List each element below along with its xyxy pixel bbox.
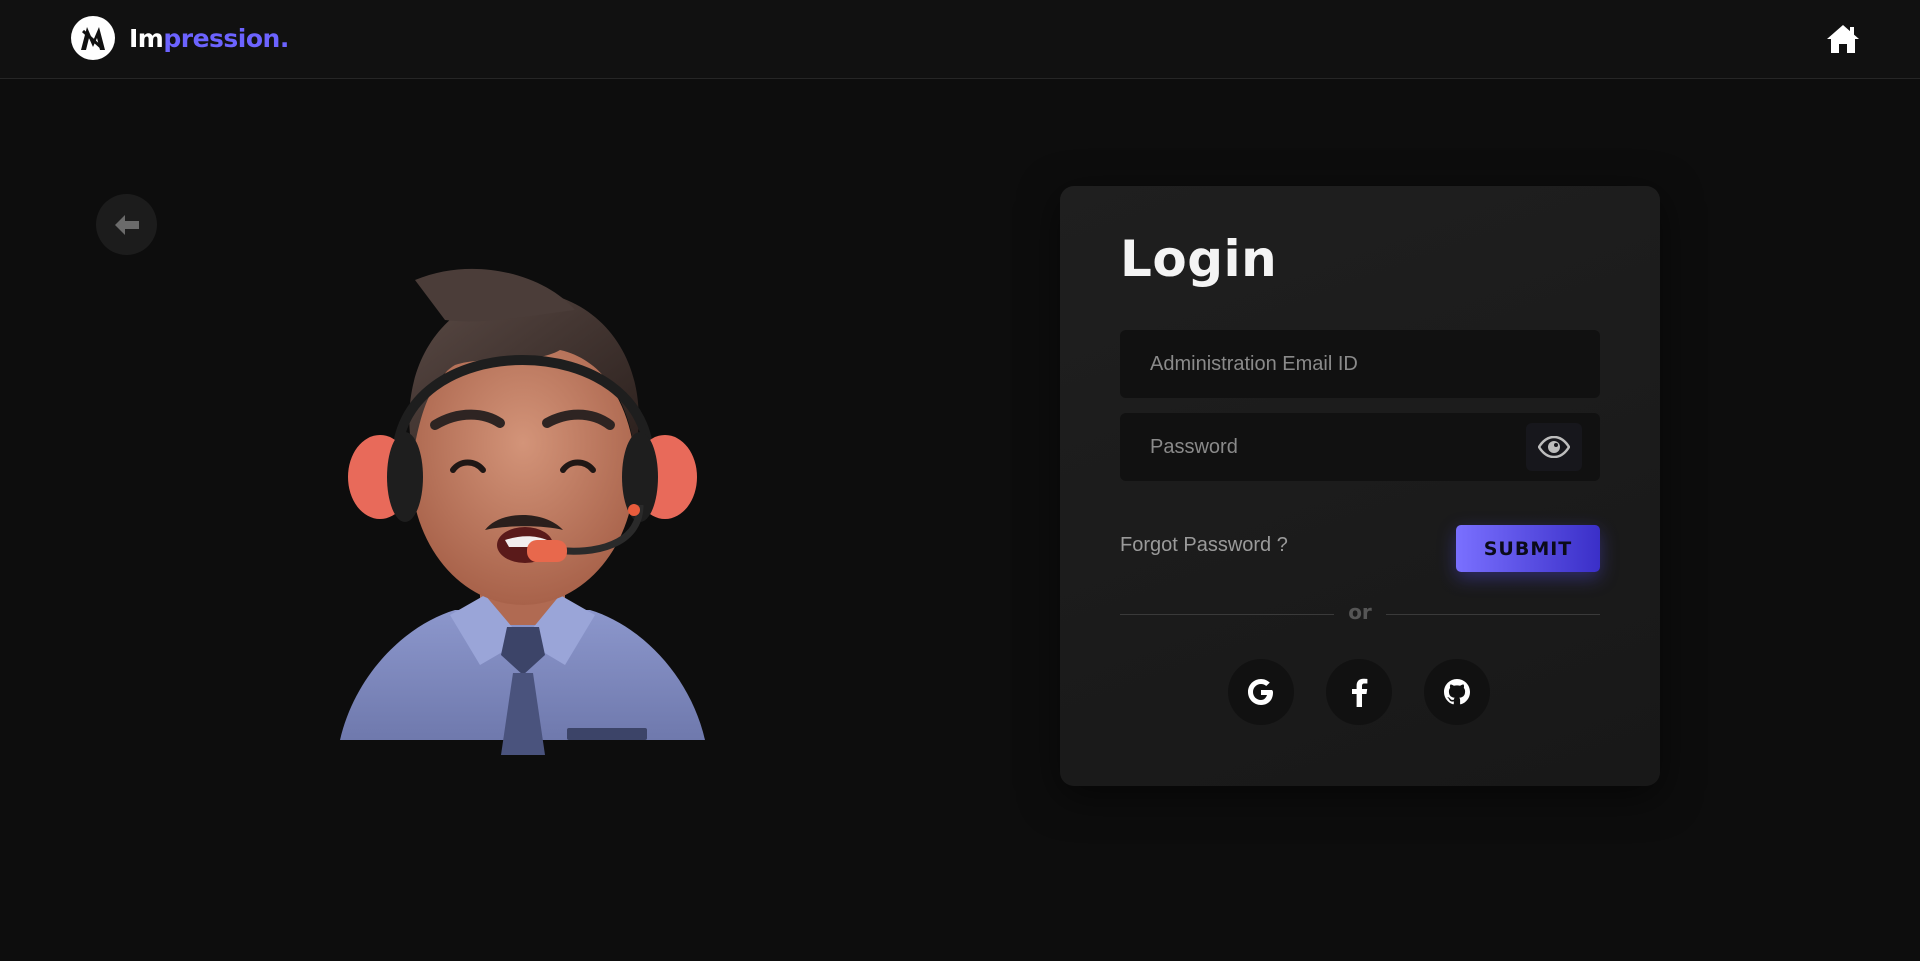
login-title: Login [1120,230,1278,288]
email-field[interactable] [1120,330,1600,398]
back-button[interactable] [96,194,157,255]
toggle-password-visibility-button[interactable] [1526,423,1582,471]
brand-name-suffix: pression. [163,23,289,53]
facebook-login-button[interactable] [1326,659,1392,725]
top-navbar: Impression. [0,0,1920,79]
facebook-icon [1352,678,1368,707]
divider-or-label: or [1348,600,1372,624]
home-icon[interactable] [1826,24,1860,54]
support-agent-illustration [335,255,710,755]
github-login-button[interactable] [1424,659,1490,725]
github-icon [1444,679,1470,705]
divider-line-right [1386,614,1600,615]
brand-name: Impression. [129,24,289,53]
submit-button[interactable]: SUBMIT [1456,525,1600,572]
arrow-left-icon [114,214,139,235]
brand[interactable]: Impression. [71,16,289,60]
forgot-password-link[interactable]: Forgot Password ? [1120,534,1288,557]
divider-line-left [1120,614,1334,615]
login-card: Login Forgot Password ? SUBMIT or [1060,186,1660,786]
google-login-button[interactable] [1228,659,1294,725]
google-icon [1248,679,1273,705]
impression-logo-icon [71,16,115,60]
eye-icon [1538,436,1570,458]
brand-name-prefix: Im [129,23,164,53]
